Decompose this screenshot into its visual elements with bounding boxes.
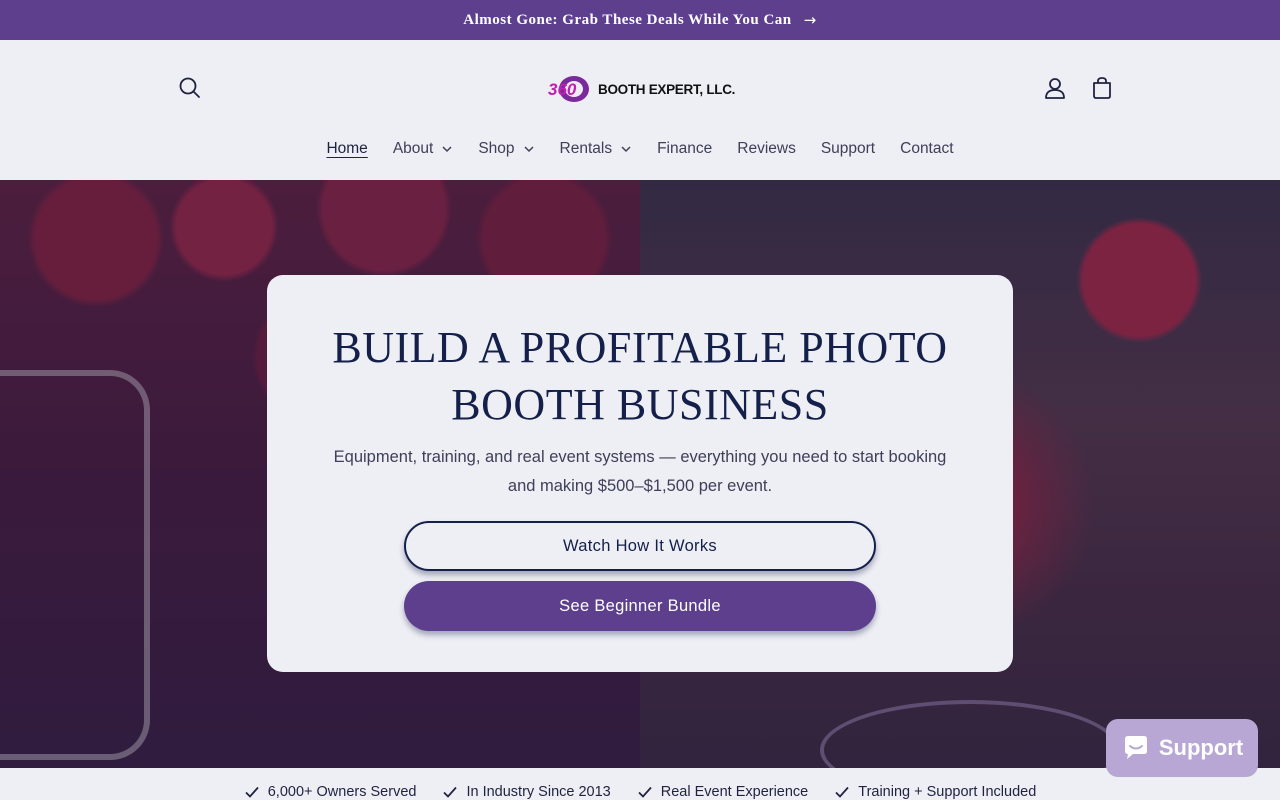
announcement-text: Almost Gone: Grab These Deals While You … [463,11,792,28]
logo-360-icon: 360 [548,76,589,102]
hero-section: BUILD A PROFITABLE PHOTO BOOTH BUSINESS … [0,180,1280,768]
support-label: Support [1158,735,1244,760]
watch-how-it-works-button[interactable]: Watch How It Works [404,521,876,571]
trust-item: Training + Support Included [834,784,1036,800]
chat-bubble-icon [1124,736,1147,759]
nav-item-support[interactable]: Support [808,136,887,162]
site-header: 360 BOOTH EXPERT, LLC. Home About Shop R… [0,40,1280,180]
cart-icon[interactable] [1089,75,1115,101]
trust-item: In Industry Since 2013 [442,784,611,800]
nav-item-finance[interactable]: Finance [645,136,725,162]
trust-item: 6,000+ Owners Served [244,784,416,800]
nav-item-rentals[interactable]: Rentals [547,136,645,162]
site-logo[interactable]: 360 BOOTH EXPERT, LLC. [546,70,736,108]
trust-bar: 6,000+ Owners Served In Industry Since 2… [0,768,1280,800]
chevron-down-icon [442,146,452,153]
nav-item-reviews[interactable]: Reviews [725,136,809,162]
logo-text: BOOTH EXPERT, LLC. [598,81,736,97]
announcement-bar[interactable]: Almost Gone: Grab These Deals While You … [0,0,1280,40]
account-icon[interactable] [1042,75,1068,101]
check-icon [835,786,849,798]
main-nav: Home About Shop Rentals Finance Reviews … [0,136,1280,162]
check-icon [443,786,458,798]
chevron-down-icon [621,146,631,153]
support-chat-button[interactable]: Support [1106,719,1258,777]
hero-card: BUILD A PROFITABLE PHOTO BOOTH BUSINESS … [267,275,1013,672]
hero-subtitle: Equipment, training, and real event syst… [333,448,947,495]
arrow-right-icon: → [803,11,817,29]
nav-item-contact[interactable]: Contact [888,136,966,162]
check-icon [638,786,652,798]
check-icon [245,786,259,798]
svg-text:360: 360 [548,80,577,99]
see-beginner-bundle-button[interactable]: See Beginner Bundle [404,581,876,631]
chevron-down-icon [524,146,534,153]
hero-title: BUILD A PROFITABLE PHOTO BOOTH BUSINESS [332,323,948,429]
nav-item-shop[interactable]: Shop [466,136,547,162]
nav-item-about[interactable]: About [380,136,466,162]
trust-item: Real Event Experience [637,784,808,800]
search-icon[interactable] [177,75,203,101]
nav-item-home[interactable]: Home [314,136,380,162]
